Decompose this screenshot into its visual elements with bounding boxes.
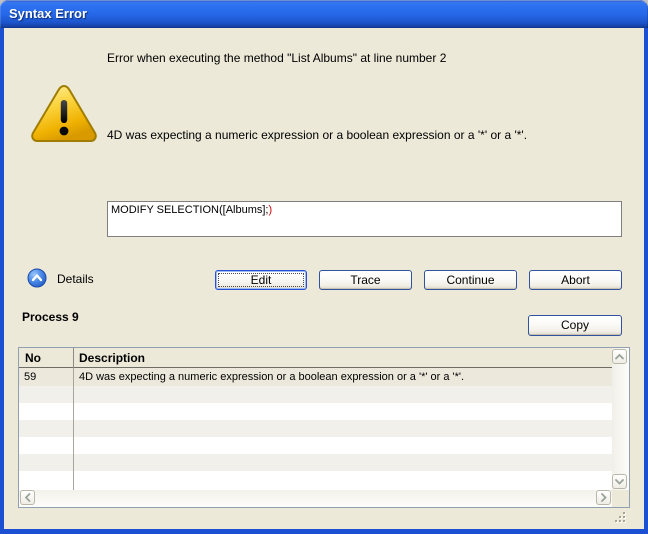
table-row-empty: [19, 386, 612, 403]
syntax-error-dialog: Syntax Error: [0, 0, 648, 534]
warning-icon: [29, 82, 99, 149]
error-message-secondary: 4D was expecting a numeric expression or…: [107, 128, 527, 142]
scroll-down-icon: [615, 479, 624, 485]
column-header-description: Description: [79, 351, 145, 365]
scroll-left-button[interactable]: [20, 490, 35, 505]
dialog-body: Error when executing the method "List Al…: [4, 28, 644, 529]
cell-error-number: 59: [24, 371, 36, 383]
details-toggle-button[interactable]: [27, 268, 47, 288]
edit-button[interactable]: Edit: [215, 270, 307, 290]
scroll-right-icon: [601, 493, 607, 502]
horizontal-scrollbar[interactable]: [19, 490, 612, 507]
abort-button[interactable]: Abort: [529, 270, 622, 290]
scroll-left-icon: [25, 493, 31, 502]
code-text: MODIFY SELECTION([Albums];: [111, 204, 269, 216]
copy-button[interactable]: Copy: [528, 315, 622, 336]
scroll-right-button[interactable]: [596, 490, 611, 505]
column-header-no: No: [25, 351, 41, 365]
cell-error-description: 4D was expecting a numeric expression or…: [79, 371, 464, 383]
table-rows: 59 4D was expecting a numeric expression…: [19, 368, 612, 490]
vertical-scrollbar[interactable]: [612, 348, 629, 490]
continue-button[interactable]: Continue: [424, 270, 517, 290]
scroll-down-button[interactable]: [612, 474, 627, 489]
scrollbar-corner: [612, 490, 629, 507]
table-row-empty: [19, 454, 612, 471]
scroll-up-icon: [615, 354, 624, 360]
column-divider: [73, 368, 74, 490]
error-message-primary: Error when executing the method "List Al…: [107, 51, 446, 65]
table-row-empty: [19, 403, 612, 420]
process-label: Process 9: [22, 310, 79, 324]
error-table: No Description 59 4D was expecting a num…: [18, 347, 630, 508]
table-row-empty: [19, 437, 612, 454]
code-error-token: ): [269, 204, 273, 216]
table-header: No Description: [19, 348, 612, 368]
column-divider: [73, 348, 74, 368]
code-editor-box[interactable]: MODIFY SELECTION([Albums];): [107, 201, 622, 237]
titlebar[interactable]: Syntax Error: [0, 0, 648, 28]
window-title: Syntax Error: [9, 6, 87, 21]
chevron-up-icon: [27, 268, 47, 288]
scroll-up-button[interactable]: [612, 349, 627, 364]
table-row[interactable]: 59 4D was expecting a numeric expression…: [19, 368, 612, 386]
trace-button[interactable]: Trace: [319, 270, 412, 290]
table-row-empty: [19, 471, 612, 488]
table-row-empty: [19, 420, 612, 437]
resize-grip-icon[interactable]: [614, 511, 628, 530]
details-label: Details: [57, 272, 94, 286]
